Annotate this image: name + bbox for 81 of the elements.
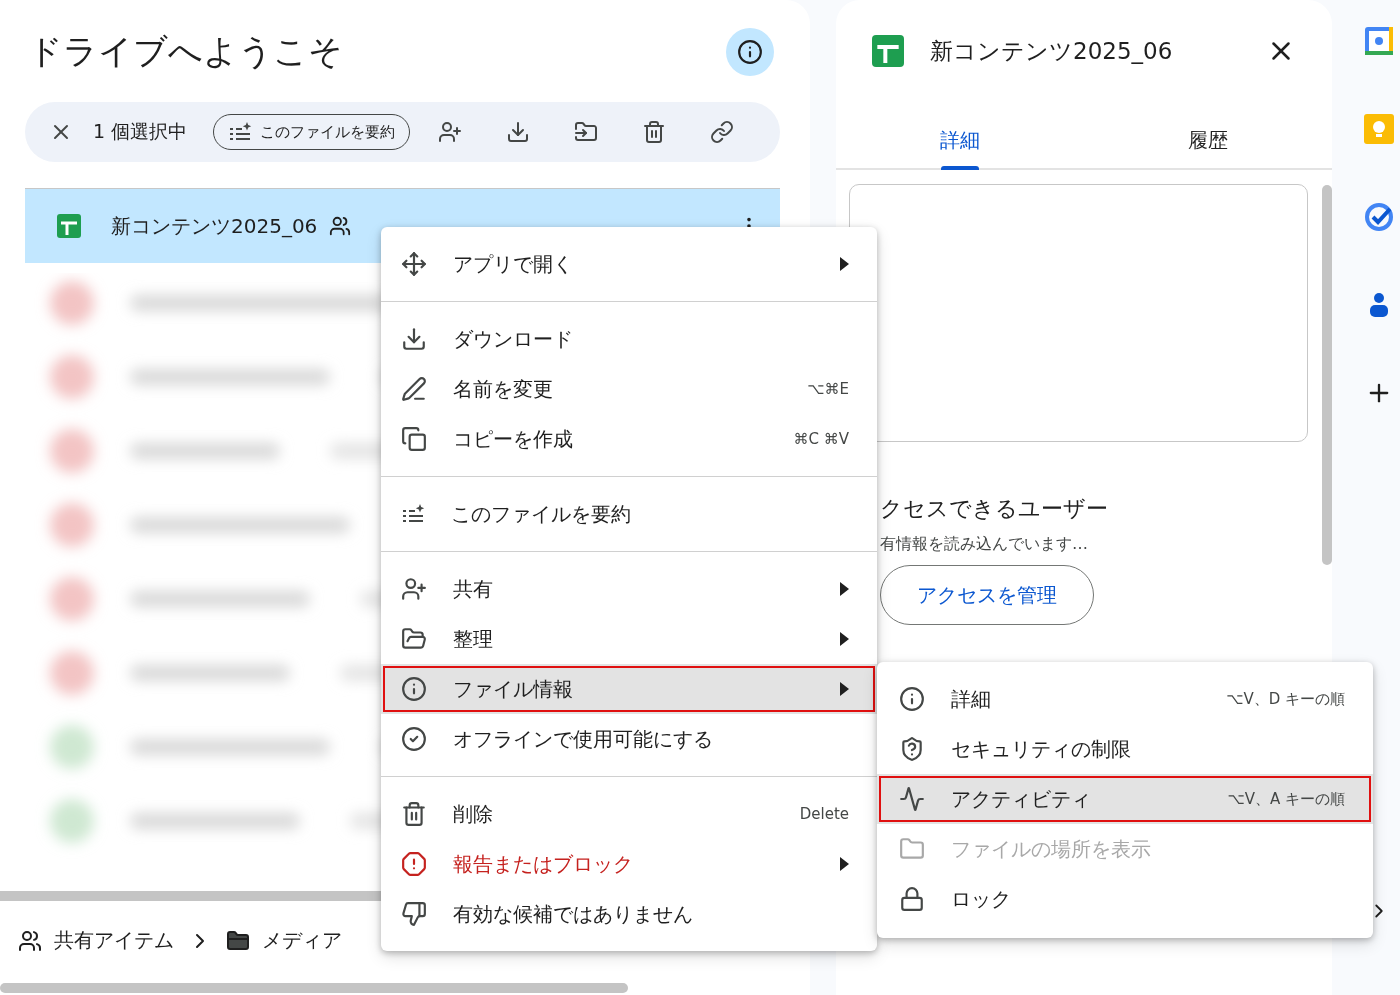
menu-label: セキュリティの制限	[951, 735, 1132, 763]
menu-label: 削除	[453, 800, 494, 828]
scrollbar[interactable]	[1322, 185, 1332, 565]
spreadsheet-icon	[57, 214, 81, 238]
menu-label: ファイル情報	[453, 675, 574, 703]
breadcrumb-item[interactable]: メディア	[226, 927, 342, 954]
summarize-icon	[228, 121, 253, 143]
caret-icon	[840, 632, 849, 646]
check-circle-icon[interactable]	[1364, 202, 1394, 232]
download-icon	[401, 326, 427, 352]
trend-line-icon	[899, 786, 925, 812]
thumbs-down-icon	[401, 901, 427, 927]
menu-label: オフラインで使用可能にする	[453, 725, 714, 753]
menu-item[interactable]: アクティビティ ⌥V、A キーの順	[877, 774, 1373, 824]
file-name: 新コンテンツ2025_06	[111, 212, 318, 240]
folder-icon	[226, 928, 250, 953]
scrollbar[interactable]	[0, 983, 628, 993]
shortcut-text: ⌥⌘E	[807, 380, 849, 398]
caret-icon	[840, 857, 849, 871]
menu-label: このファイルを要約	[451, 500, 632, 528]
menu-item[interactable]: オフラインで使用可能にする	[381, 714, 877, 764]
info-button[interactable]	[726, 28, 774, 76]
shortcut-text: Delete	[799, 805, 849, 823]
info-icon	[899, 686, 925, 712]
check-circle-icon	[401, 726, 427, 752]
info-icon	[737, 39, 763, 65]
shortcut-text: ⌥V、A キーの順	[1227, 789, 1345, 809]
folder-icon	[899, 836, 925, 862]
caret-icon	[840, 682, 849, 696]
manage-access-button[interactable]: アクセスを管理	[880, 565, 1094, 625]
info-icon	[401, 676, 427, 702]
menu-item[interactable]: 共有	[381, 564, 877, 614]
menu-item[interactable]: セキュリティの制限	[877, 724, 1373, 774]
selection-count: 1 個選択中	[93, 119, 188, 144]
menu-item[interactable]: このファイルを要約	[381, 489, 877, 539]
menu-item[interactable]: 詳細 ⌥V、D キーの順	[877, 674, 1373, 724]
menu-label: ファイルの場所を表示	[951, 835, 1152, 863]
menu-label: 整理	[453, 625, 494, 653]
menu-label: 名前を変更	[453, 375, 554, 403]
trash-icon	[401, 801, 427, 827]
pencil-icon	[401, 376, 427, 402]
menu-item[interactable]: ダウンロード	[381, 314, 877, 364]
menu-item[interactable]: 名前を変更 ⌥⌘E	[381, 364, 877, 414]
add-person-icon	[401, 576, 427, 602]
shortcut-text: ⌥V、D キーの順	[1226, 689, 1345, 709]
menu-item[interactable]: 削除 Delete	[381, 789, 877, 839]
caret-icon	[840, 257, 849, 271]
menu-label: ロック	[951, 885, 1012, 913]
warning-icon	[401, 851, 427, 877]
menu-label: 報告またはブロック	[453, 850, 634, 878]
menu-item[interactable]: コピーを作成 ⌘C ⌘V	[381, 414, 877, 464]
breadcrumb-item[interactable]: 共有アイテム	[18, 927, 174, 954]
page-title: ドライブへようこそ	[28, 30, 343, 73]
menu-item[interactable]: ロック	[877, 874, 1373, 924]
lock-icon	[899, 886, 925, 912]
calendar-icon[interactable]	[1364, 26, 1394, 56]
summarize-icon	[401, 503, 425, 525]
shared-people-icon	[329, 215, 352, 237]
access-heading: クセスできるユーザー	[880, 495, 1109, 523]
spreadsheet-icon	[872, 35, 904, 67]
caret-icon	[840, 582, 849, 596]
menu-label: コピーを作成	[453, 425, 574, 453]
copy-icon	[401, 426, 427, 452]
panel-title: 新コンテンツ2025_06	[930, 36, 1174, 66]
menu-label: 詳細	[951, 685, 992, 713]
people-icon	[18, 928, 42, 953]
menu-label: 有効な候補ではありません	[453, 900, 694, 928]
folder-icon	[401, 626, 427, 652]
menu-label: ダウンロード	[453, 325, 574, 353]
menu-item[interactable]: 有効な候補ではありません	[381, 889, 877, 939]
shield-icon	[899, 736, 925, 762]
menu-item[interactable]: 報告またはブロック	[381, 839, 877, 889]
menu-label: 共有	[453, 575, 494, 603]
tab[interactable]: 詳細	[836, 112, 1084, 168]
loading-text: 有情報を読み込んでいます…	[880, 534, 1089, 555]
menu-item[interactable]: ファイル情報	[381, 664, 877, 714]
tab[interactable]: 履歴	[1084, 112, 1332, 168]
shortcut-text: ⌘C ⌘V	[793, 430, 849, 448]
menu-label: アクティビティ	[951, 785, 1092, 813]
move-arrows-icon	[401, 251, 427, 277]
menu-item[interactable]: 整理	[381, 614, 877, 664]
